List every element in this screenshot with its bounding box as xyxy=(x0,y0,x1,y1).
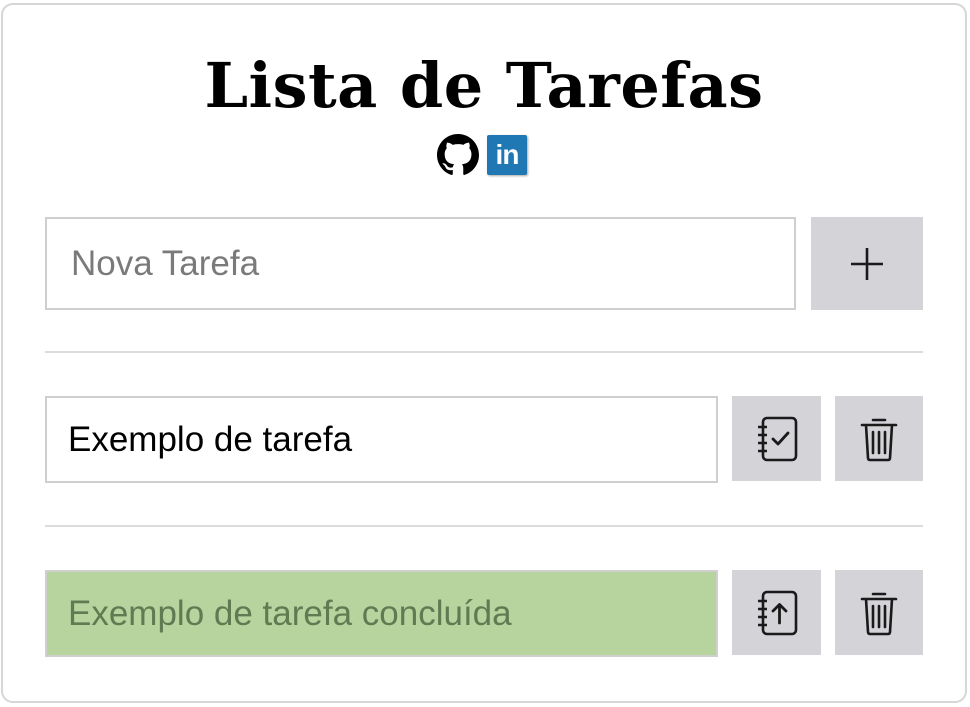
social-links: in xyxy=(437,134,527,176)
complete-task-button[interactable] xyxy=(732,396,821,481)
notebook-upload-icon xyxy=(757,590,797,635)
divider xyxy=(45,525,923,527)
delete-task-button[interactable] xyxy=(835,396,923,481)
add-task-button[interactable] xyxy=(811,217,923,310)
new-task-input[interactable] xyxy=(45,217,796,310)
divider xyxy=(45,351,923,353)
trash-icon xyxy=(860,592,898,635)
notebook-check-icon xyxy=(757,416,797,461)
plus-icon xyxy=(851,247,883,280)
restore-task-button[interactable] xyxy=(732,570,821,655)
trash-icon xyxy=(860,418,898,461)
linkedin-icon-label: in xyxy=(495,139,520,170)
delete-task-button[interactable] xyxy=(835,570,923,655)
task-text-completed[interactable]: Exemplo de tarefa concluída xyxy=(45,570,718,657)
task-text[interactable]: Exemplo de tarefa xyxy=(45,396,718,483)
page-title: Lista de Tarefas xyxy=(204,49,764,122)
github-link[interactable] xyxy=(437,134,479,176)
github-icon xyxy=(437,134,479,175)
linkedin-link[interactable]: in xyxy=(487,135,527,175)
linkedin-icon: in xyxy=(487,135,527,175)
